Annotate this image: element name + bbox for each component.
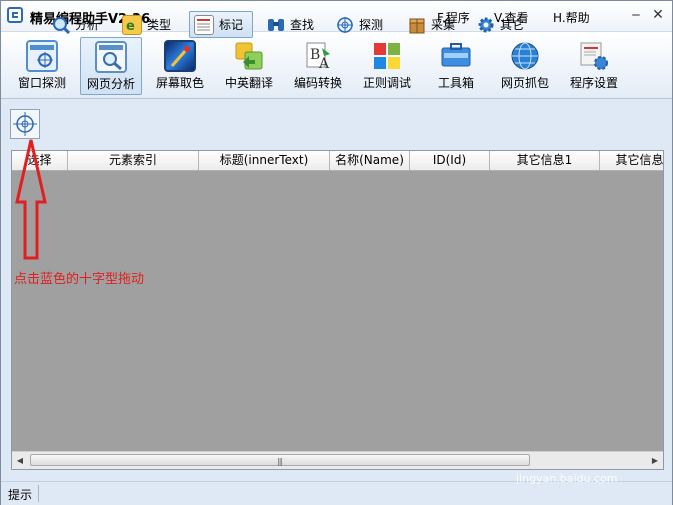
annotation-arrow — [15, 139, 47, 260]
watermark: jingyan.baidu.com — [516, 472, 618, 485]
annotation-text: 点击蓝色的十字型拖动 — [14, 272, 145, 287]
